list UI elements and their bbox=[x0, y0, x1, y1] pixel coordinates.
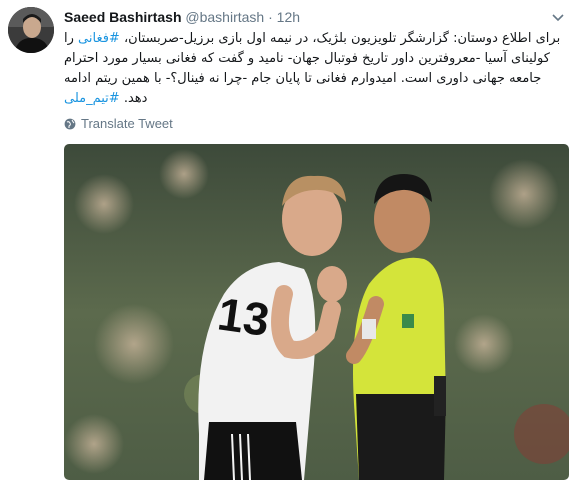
jersey-number: 13 bbox=[215, 287, 273, 346]
globe-icon bbox=[64, 118, 76, 129]
tweet-header: Saeed Bashirtash @bashirtash · 12h bbox=[64, 8, 300, 26]
author-avatar[interactable] bbox=[8, 7, 54, 53]
author-name[interactable]: Saeed Bashirtash bbox=[64, 9, 182, 25]
separator-dot: · bbox=[268, 9, 273, 25]
tweet-text: برای اطلاع دوستان: گزارشگر تلویزیون بلژی… bbox=[64, 29, 566, 109]
translate-label: Translate Tweet bbox=[81, 116, 173, 131]
tweet-timestamp[interactable]: 12h bbox=[277, 9, 300, 25]
tweet-photo[interactable]: 13 bbox=[64, 144, 569, 480]
translate-tweet-button[interactable]: Translate Tweet bbox=[64, 116, 173, 131]
hashtag-link[interactable]: #تیم_ملی bbox=[64, 91, 120, 106]
tweet-text-part-1: برای اطلاع دوستان: گزارشگر تلویزیون بلژی… bbox=[119, 31, 561, 46]
hashtag-link[interactable]: #فغانی bbox=[78, 31, 120, 46]
chevron-down-icon[interactable] bbox=[550, 9, 566, 25]
author-handle[interactable]: @bashirtash bbox=[185, 9, 264, 25]
